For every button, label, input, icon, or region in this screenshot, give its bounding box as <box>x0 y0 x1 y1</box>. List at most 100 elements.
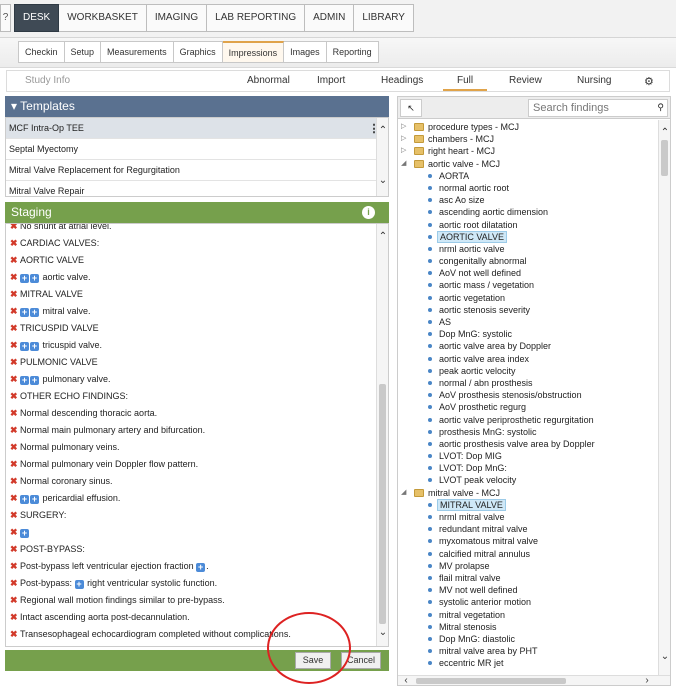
remove-icon[interactable]: ✖ <box>10 371 20 388</box>
tree-leaf-selected[interactable]: AORTIC VALVE <box>398 230 660 243</box>
template-item[interactable]: Mitral Valve Replacement for Regurgitati… <box>6 160 388 181</box>
scroll-left-icon[interactable]: ‹ <box>401 676 411 686</box>
remove-icon[interactable]: ✖ <box>10 541 20 558</box>
staging-scrollbar[interactable]: ⌃ ⌄ <box>376 224 388 646</box>
tree-folder[interactable]: ◢ mitral valve - MCJ <box>398 487 660 499</box>
scroll-right-icon[interactable]: › <box>642 676 652 686</box>
remove-icon[interactable]: ✖ <box>10 524 20 541</box>
tab-checkin[interactable]: Checkin <box>18 41 65 63</box>
staging-row[interactable]: ✖ + + aortic valve. <box>6 269 388 286</box>
scroll-down-icon[interactable]: ⌄ <box>378 176 388 186</box>
tree-leaf[interactable]: AoV not well defined <box>398 267 660 279</box>
tab-graphics[interactable]: Graphics <box>173 41 223 63</box>
add-icon[interactable]: + <box>30 342 39 351</box>
tab-full[interactable]: Full <box>442 75 488 91</box>
tree-leaf[interactable]: normal / abn prosthesis <box>398 377 660 389</box>
tab-admin[interactable]: ADMIN <box>305 4 355 32</box>
scroll-down-icon[interactable]: ⌄ <box>378 628 388 638</box>
staging-row[interactable]: ✖ + + mitral valve. <box>6 303 388 320</box>
staging-row[interactable]: ✖ Post-bypass left ventricular ejection f… <box>6 558 388 575</box>
tree-leaf[interactable]: MV not well defined <box>398 584 660 596</box>
staging-row[interactable]: ✖ SURGERY: <box>6 507 388 524</box>
remove-icon[interactable]: ✖ <box>10 303 20 320</box>
add-icon[interactable]: + <box>30 274 39 283</box>
tree-leaf[interactable]: LVOT: Dop MnG: <box>398 462 660 474</box>
tree-leaf[interactable]: AoV prosthesis stenosis/obstruction <box>398 389 660 401</box>
remove-icon[interactable]: ✖ <box>10 320 20 337</box>
add-icon[interactable]: + <box>20 495 29 504</box>
tree-leaf[interactable]: aortic valve periprosthetic regurgitatio… <box>398 414 660 426</box>
remove-icon[interactable]: ✖ <box>10 439 20 456</box>
tree-leaf[interactable]: flail mitral valve <box>398 572 660 584</box>
tree-leaf[interactable]: AS <box>398 316 660 328</box>
tab-impressions[interactable]: Impressions <box>222 41 285 63</box>
remove-icon[interactable]: ✖ <box>10 269 20 286</box>
tab-imaging[interactable]: IMAGING <box>146 4 208 32</box>
tree-leaf[interactable]: nrml aortic valve <box>398 243 660 255</box>
tree-leaf[interactable]: ascending aortic dimension <box>398 206 660 218</box>
hscrollbar-thumb[interactable] <box>416 678 566 684</box>
tab-import[interactable]: Import <box>317 75 345 86</box>
remove-icon[interactable]: ✖ <box>10 235 20 252</box>
add-icon[interactable]: + <box>196 563 206 572</box>
scroll-down-icon[interactable]: ⌄ <box>660 652 670 662</box>
tree-leaf[interactable]: asc Ao size <box>398 194 660 206</box>
tab-setup[interactable]: Setup <box>64 41 102 63</box>
scroll-up-icon[interactable]: ⌃ <box>660 128 670 138</box>
remove-icon[interactable]: ✖ <box>10 592 20 609</box>
add-icon[interactable]: + <box>30 376 39 385</box>
search-icon[interactable]: ⚲ <box>657 102 664 113</box>
help-button[interactable]: ? <box>0 4 11 32</box>
tab-lab-reporting[interactable]: LAB REPORTING <box>207 4 306 32</box>
staging-row[interactable]: ✖ MITRAL VALVE <box>6 286 388 303</box>
staging-row[interactable]: ✖ CARDIAC VALVES: <box>6 235 388 252</box>
remove-icon[interactable]: ✖ <box>10 337 20 354</box>
remove-icon[interactable]: ✖ <box>10 286 20 303</box>
staging-row[interactable]: ✖ Normal descending thoracic aorta. <box>6 405 388 422</box>
staging-row[interactable]: ✖ OTHER ECHO FINDINGS: <box>6 388 388 405</box>
staging-row[interactable]: ✖ POST-BYPASS: <box>6 541 388 558</box>
tab-reporting[interactable]: Reporting <box>326 41 379 63</box>
scrollbar-thumb[interactable] <box>379 384 386 624</box>
add-icon[interactable]: + <box>20 376 29 385</box>
template-item[interactable]: Septal Myectomy <box>6 139 388 160</box>
tab-workbasket[interactable]: WORKBASKET <box>59 4 147 32</box>
tab-desk[interactable]: DESK <box>14 4 60 32</box>
staging-row[interactable]: ✖ No shunt at atrial level. <box>6 224 388 235</box>
tree-leaf[interactable]: aortic mass / vegetation <box>398 279 660 291</box>
tree-leaf[interactable]: Mitral stenosis <box>398 621 660 633</box>
staging-row[interactable]: ✖ + + tricuspid valve. <box>6 337 388 354</box>
remove-icon[interactable]: ✖ <box>10 490 20 507</box>
tab-images[interactable]: Images <box>284 41 327 63</box>
add-icon[interactable]: + <box>20 529 29 538</box>
tree-leaf[interactable]: peak aortic velocity <box>398 365 660 377</box>
staging-row[interactable]: ✖ Normal pulmonary veins. <box>6 439 388 456</box>
remove-icon[interactable]: ✖ <box>10 473 20 490</box>
remove-icon[interactable]: ✖ <box>10 252 20 269</box>
tree-leaf[interactable]: aortic valve area index <box>398 353 660 365</box>
tree-folder[interactable]: ▷ right heart - MCJ <box>398 145 660 157</box>
findings-scrollbar[interactable]: ⌃ ⌄ <box>658 120 670 676</box>
remove-icon[interactable]: ✖ <box>10 575 20 592</box>
tab-abnormal[interactable]: Abnormal <box>247 75 290 86</box>
scroll-up-icon[interactable]: ⌃ <box>378 126 388 136</box>
remove-icon[interactable]: ✖ <box>10 558 20 575</box>
tree-leaf[interactable]: normal aortic root <box>398 182 660 194</box>
gear-icon[interactable]: ⚙ <box>644 75 654 88</box>
tree-leaf[interactable]: systolic anterior motion <box>398 596 660 608</box>
remove-icon[interactable]: ✖ <box>10 422 20 439</box>
scrollbar-thumb[interactable] <box>661 140 668 176</box>
tree-leaf[interactable]: aortic root dilatation <box>398 219 660 231</box>
tree-leaf[interactable]: AoV prosthetic regurg <box>398 401 660 413</box>
tree-leaf[interactable]: nrml mitral valve <box>398 511 660 523</box>
tab-measurements[interactable]: Measurements <box>101 41 174 63</box>
staging-row[interactable]: ✖ Normal pulmonary vein Doppler flow patt… <box>6 456 388 473</box>
tree-folder[interactable]: ◢ aortic valve - MCJ <box>398 158 660 170</box>
tree-folder[interactable]: ▷ procedure types - MCJ <box>398 121 660 133</box>
add-icon[interactable]: + <box>20 274 29 283</box>
tree-leaf[interactable]: aortic stenosis severity <box>398 304 660 316</box>
tree-leaf[interactable]: redundant mitral valve <box>398 523 660 535</box>
tree-leaf[interactable]: calcified mitral annulus <box>398 548 660 560</box>
tree-leaf[interactable]: LVOT: Dop MIG <box>398 450 660 462</box>
add-icon[interactable]: + <box>20 308 29 317</box>
